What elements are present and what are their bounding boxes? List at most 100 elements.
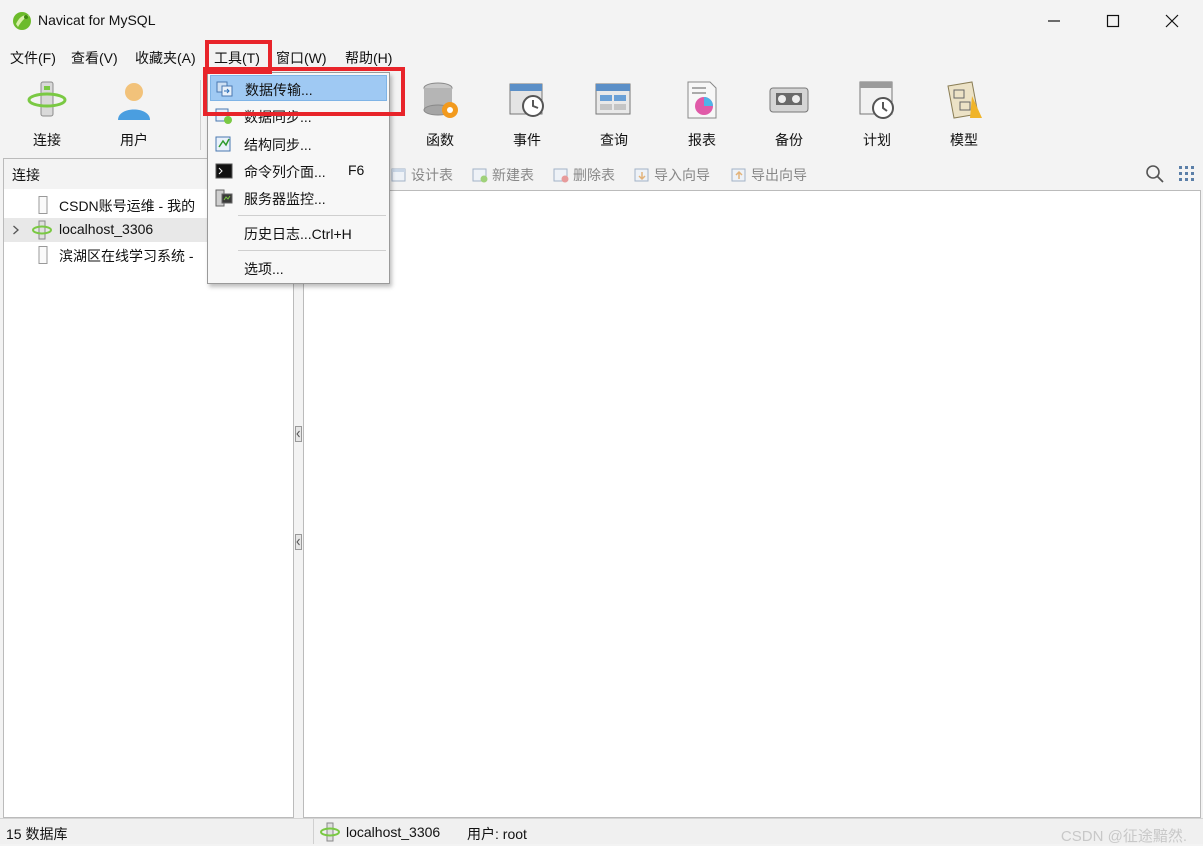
- menu-item-command-line[interactable]: 命令列介面... F6: [210, 158, 387, 184]
- connected-server-icon: [32, 220, 52, 240]
- minimize-icon: [1048, 20, 1060, 22]
- connection-icon: [38, 246, 48, 264]
- connection-label: CSDN账号运维 - 我的: [59, 198, 196, 214]
- grid-icon[interactable]: [1177, 164, 1197, 184]
- menu-item-data-transfer[interactable]: 数据传输...: [210, 75, 387, 101]
- query-icon: [595, 83, 631, 115]
- menu-window[interactable]: 窗口(W): [276, 48, 327, 68]
- server-monitor-icon: [215, 189, 233, 207]
- splitter-grip-bottom: [295, 534, 302, 550]
- import-wizard-label: 导入向导: [654, 167, 710, 183]
- delete-table-icon: [553, 167, 569, 183]
- navicat-logo-icon: [13, 12, 31, 30]
- window-title: Navicat for MySQL: [38, 12, 156, 28]
- status-connection: localhost_3306: [346, 824, 441, 840]
- toolbar-function-button[interactable]: 函数: [400, 78, 480, 154]
- toolbar-schedule-button[interactable]: 计划: [837, 78, 917, 154]
- delete-table-label: 删除表: [573, 167, 615, 183]
- toolbar-connect-button[interactable]: 连接: [7, 78, 87, 154]
- menu-help[interactable]: 帮助(H): [345, 48, 392, 68]
- menu-tools[interactable]: 工具(T): [214, 48, 260, 68]
- menu-bar: 文件(F) 查看(V) 收藏夹(A) 工具(T) 窗口(W) 帮助(H): [0, 42, 1203, 72]
- toolbar-report-button[interactable]: 报表: [662, 78, 742, 154]
- connection-label: 滨湖区在线学习系统 -: [59, 248, 194, 264]
- toolbar-user-button[interactable]: 用户: [94, 78, 174, 154]
- database-count: 15 数据库: [6, 826, 68, 842]
- menu-item-structure-sync[interactable]: 结构同步...: [210, 131, 387, 157]
- menu-item-label: 数据传输...: [245, 82, 313, 98]
- menu-item-label: 命令列介面...: [244, 164, 326, 180]
- close-button[interactable]: [1149, 6, 1195, 36]
- search-icon[interactable]: [1145, 164, 1165, 184]
- connection-label: localhost_3306: [59, 221, 154, 237]
- toolbar-backup-label: 备份: [775, 132, 803, 148]
- toolbar-event-label: 事件: [513, 132, 541, 148]
- export-wizard-label: 导出向导: [751, 167, 807, 183]
- menu-item-shortcut: F6: [348, 162, 365, 178]
- connect-icon: [27, 81, 67, 117]
- connection-pane-title: 连接: [12, 167, 40, 183]
- design-table-icon: [391, 167, 407, 183]
- toolbar-event-button[interactable]: 事件: [487, 78, 567, 154]
- minimize-button[interactable]: [1031, 6, 1077, 36]
- report-icon: [687, 81, 717, 119]
- export-wizard-button[interactable]: 导出向导: [731, 165, 807, 185]
- structure-sync-icon: [215, 136, 231, 152]
- new-table-button[interactable]: 新建表: [472, 165, 534, 185]
- toolbar-query-label: 查询: [600, 132, 628, 148]
- menu-view[interactable]: 查看(V): [71, 48, 118, 68]
- toolbar-query-button[interactable]: 查询: [574, 78, 654, 154]
- menu-item-label: 历史日志...Ctrl+H: [244, 226, 352, 242]
- menu-item-label: 结构同步...: [244, 137, 312, 153]
- design-table-label: 设计表: [411, 167, 453, 183]
- data-transfer-icon: [216, 81, 233, 97]
- model-icon: [947, 81, 982, 119]
- close-icon: [1165, 14, 1179, 28]
- chevron-right-icon[interactable]: [12, 225, 20, 235]
- export-wizard-icon: [731, 167, 747, 183]
- event-icon: [509, 83, 544, 117]
- maximize-button[interactable]: [1090, 6, 1136, 36]
- toolbar-model-button[interactable]: 模型: [924, 78, 1004, 154]
- menu-item-data-sync[interactable]: 数据同步...: [210, 103, 387, 129]
- toolbar-function-label: 函数: [426, 132, 454, 148]
- menu-item-history-log[interactable]: 历史日志...Ctrl+H: [210, 220, 387, 246]
- menu-item-label: 服务器监控...: [244, 191, 326, 207]
- toolbar-model-label: 模型: [950, 132, 978, 148]
- new-table-label: 新建表: [492, 167, 534, 183]
- new-table-icon: [472, 167, 488, 183]
- title-bar: Navicat for MySQL: [0, 0, 1203, 42]
- import-wizard-icon: [634, 167, 650, 183]
- menu-item-label: 数据同步...: [244, 109, 312, 125]
- menu-item-options[interactable]: 选项...: [210, 255, 387, 281]
- menu-item-label: 选项...: [244, 261, 284, 277]
- menu-favorites[interactable]: 收藏夹(A): [135, 48, 196, 68]
- toolbar-backup-button[interactable]: 备份: [749, 78, 829, 154]
- tools-menu-dropdown: 数据传输... 数据同步... 结构同步... 命令列介面... F6 服务器监…: [207, 72, 390, 284]
- delete-table-button[interactable]: 删除表: [553, 165, 615, 185]
- maximize-icon: [1106, 14, 1120, 28]
- toolbar-connect-label: 连接: [33, 132, 61, 148]
- status-user: 用户: root: [467, 826, 527, 842]
- backup-icon: [769, 87, 809, 113]
- toolbar-report-label: 报表: [688, 132, 716, 148]
- menu-separator: [238, 250, 386, 251]
- menu-separator: [238, 215, 386, 216]
- schedule-icon: [859, 81, 894, 119]
- status-divider: [313, 819, 314, 844]
- menu-file[interactable]: 文件(F): [10, 48, 56, 68]
- main-toolbar: 连接 用户 函数 事件 查询 报表 备份 计划 模型: [0, 72, 1203, 156]
- toolbar-divider: [200, 80, 201, 150]
- data-sync-icon: [215, 108, 232, 124]
- menu-item-server-monitor[interactable]: 服务器监控...: [210, 185, 387, 211]
- status-bar: 15 数据库 localhost_3306 用户: root CSDN @征途黯…: [0, 818, 1203, 845]
- terminal-icon: [215, 163, 233, 179]
- function-icon: [423, 82, 458, 118]
- design-table-button[interactable]: 设计表: [391, 165, 453, 185]
- connection-icon: [38, 196, 48, 214]
- object-list-pane[interactable]: [303, 190, 1201, 818]
- import-wizard-button[interactable]: 导入向导: [634, 165, 710, 185]
- toolbar-user-label: 用户: [120, 132, 148, 148]
- user-icon: [118, 83, 150, 120]
- connected-server-icon: [320, 822, 340, 842]
